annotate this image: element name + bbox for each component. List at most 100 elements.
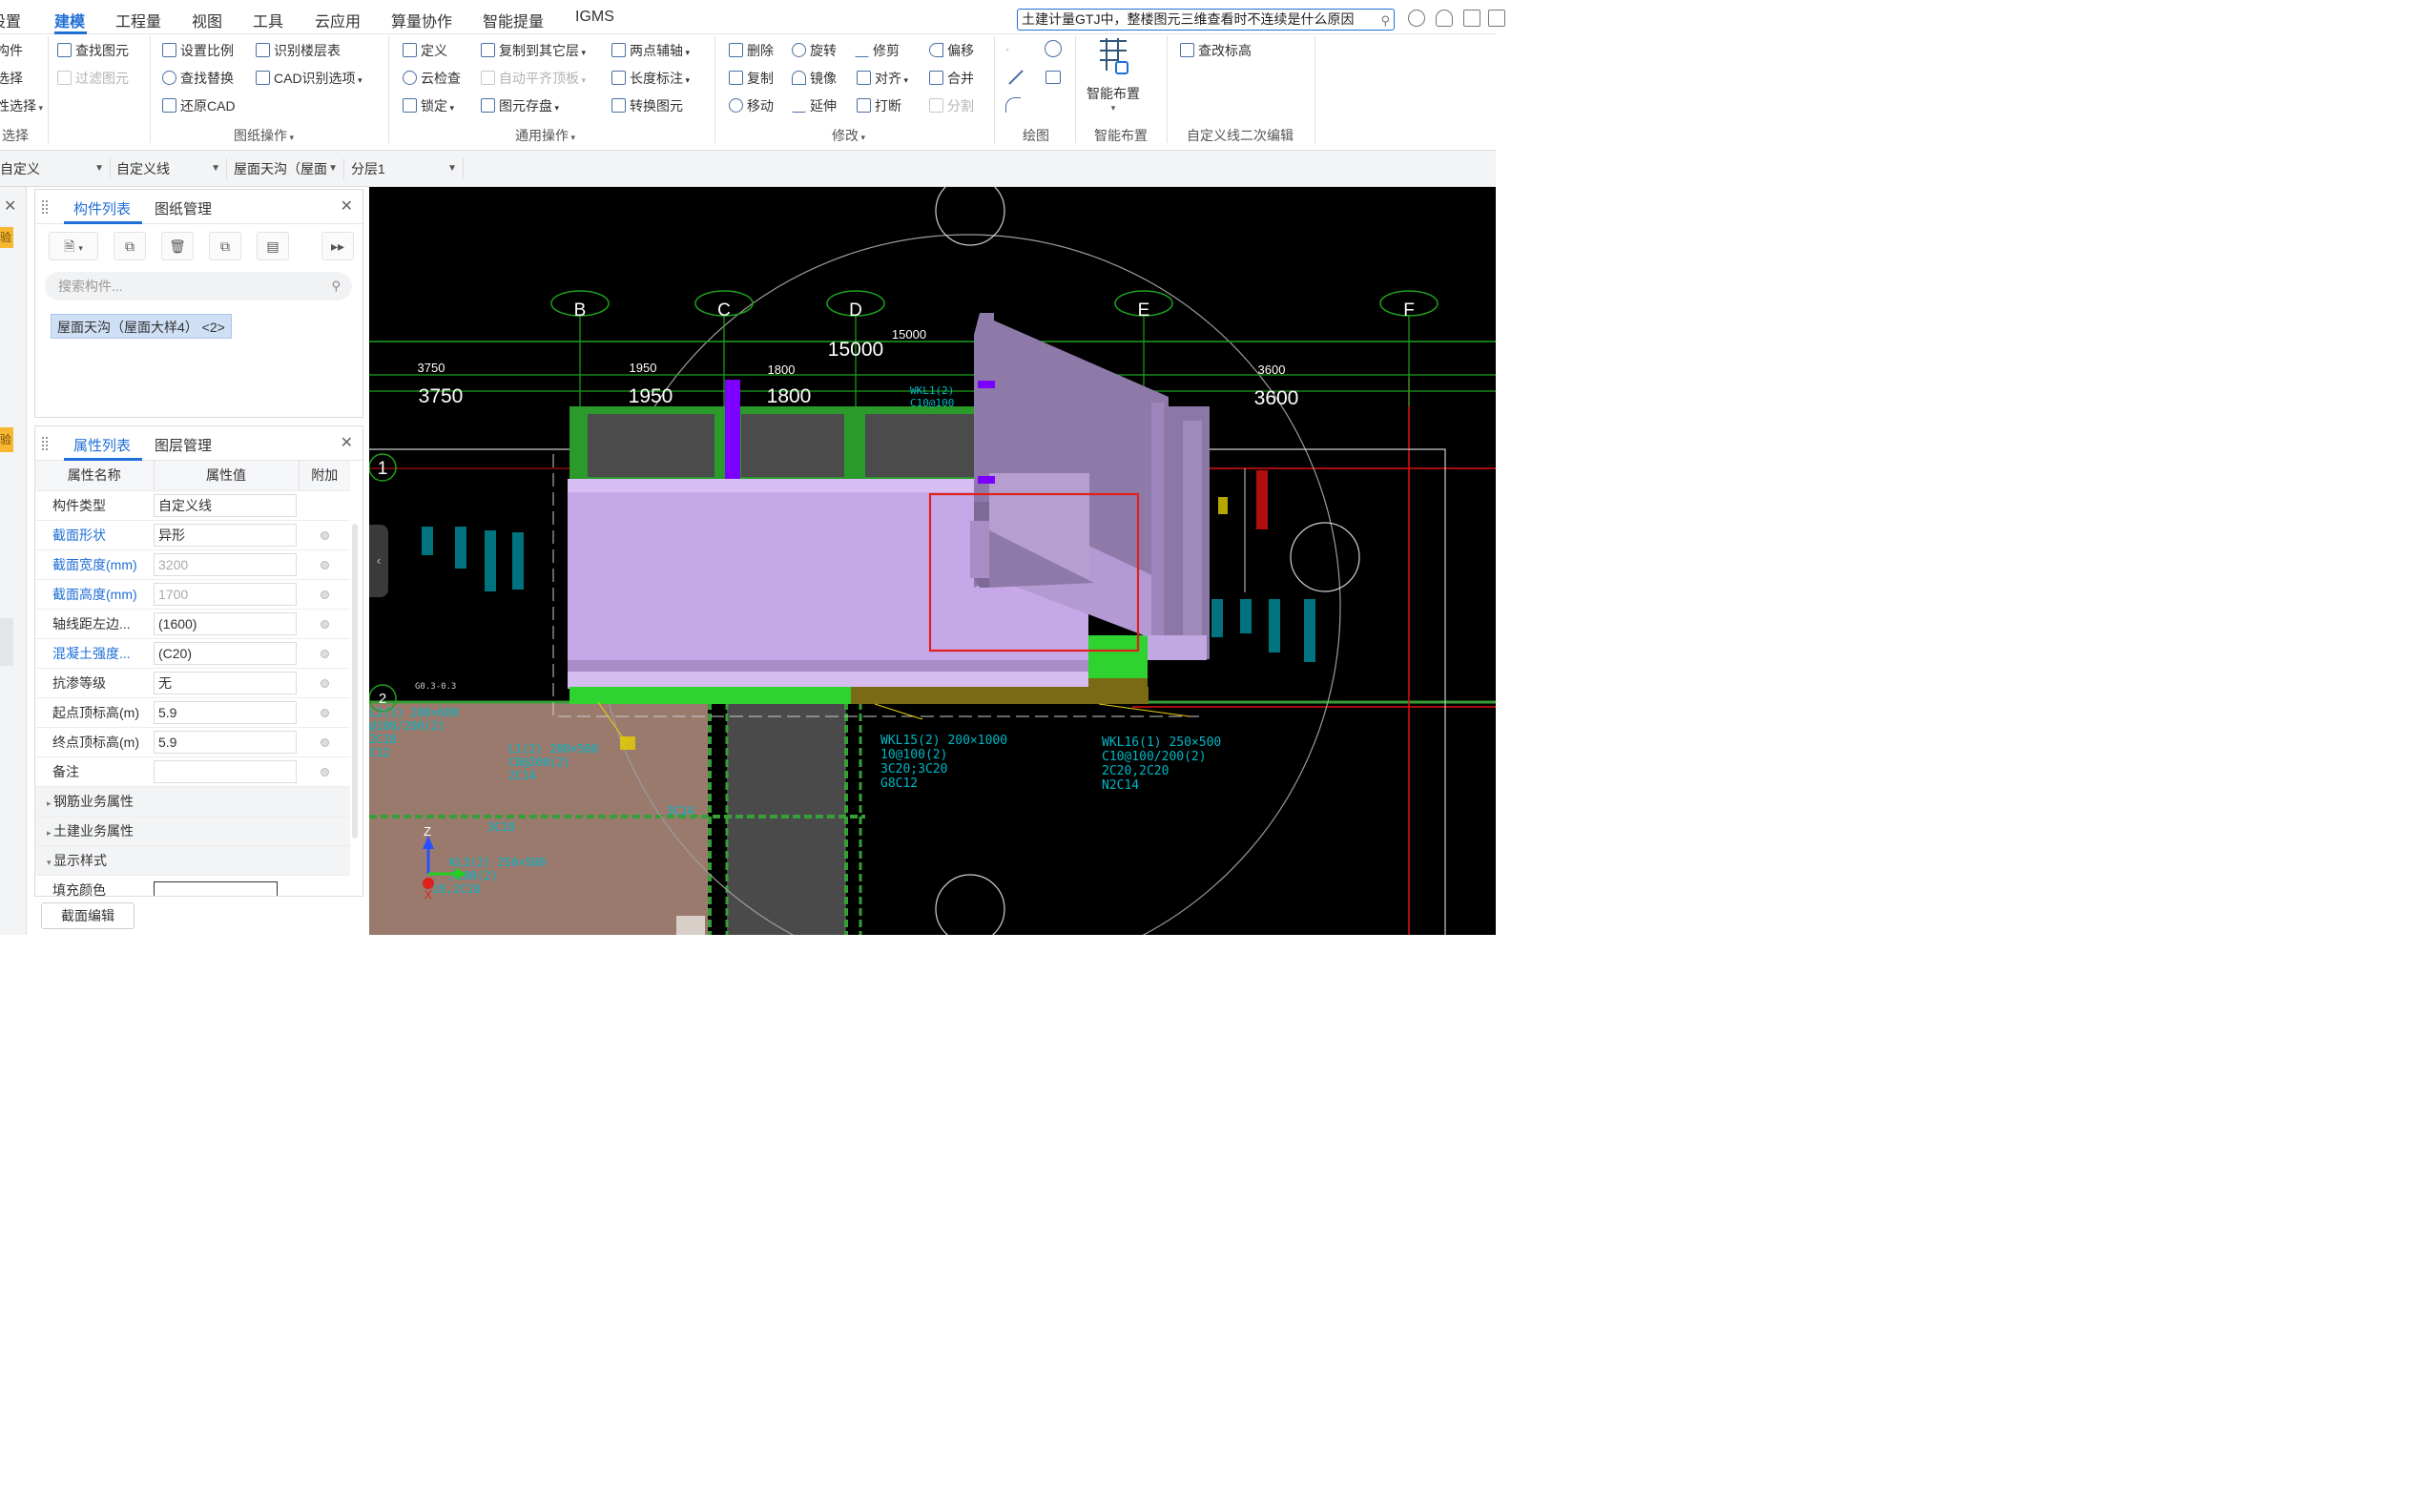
headset-icon[interactable] [1436, 10, 1453, 27]
duplicate-button[interactable]: ⧉ [209, 232, 241, 260]
copy-button[interactable]: 复制 [729, 69, 774, 88]
modify-label[interactable]: 修改 ▾ [832, 126, 865, 145]
circle-icon[interactable] [1045, 40, 1062, 57]
property-value-input[interactable]: 自定义线 [154, 493, 297, 517]
copy-to-layer-button[interactable]: 复制到其它层 ▾ [481, 41, 586, 60]
component-dropdown[interactable]: 屋面天沟（屋面 ▼ [234, 158, 344, 179]
move-button[interactable]: 移动 [729, 96, 774, 115]
rect-icon[interactable] [1045, 71, 1061, 84]
modify-elevation-button[interactable]: 查改标高 [1180, 41, 1252, 60]
restore-cad-button[interactable]: 还原CAD [162, 96, 236, 115]
fill-color-picker[interactable] [154, 880, 278, 896]
lock-button[interactable]: 锁定 ▾ [403, 96, 454, 115]
extend-button[interactable]: 延伸 [792, 96, 837, 115]
drag-handle-icon[interactable] [41, 436, 49, 451]
common-ops-label[interactable]: 通用操作 ▾ [515, 126, 575, 145]
section-civil[interactable]: ▸ 土建业务属性 [35, 816, 350, 846]
offset-button[interactable]: 偏移 [929, 41, 974, 60]
mirror-button[interactable]: 镜像 [792, 69, 837, 88]
extra-checkbox[interactable] [320, 737, 329, 747]
check-badge[interactable]: 验 [0, 227, 13, 248]
selected-strip-item[interactable] [0, 618, 13, 666]
convert-element-button[interactable]: 转换图元 [611, 96, 683, 115]
menu-view[interactable]: 视图 [192, 9, 222, 31]
cloud-check-button[interactable]: 云检查 [403, 69, 461, 88]
tab-drawing-management[interactable]: 图纸管理 [155, 198, 212, 218]
tab-layer-management[interactable]: 图层管理 [155, 435, 212, 455]
menu-smart-quantity[interactable]: 智能提量 [483, 9, 544, 31]
collapse-panel-button[interactable]: ‹ [369, 525, 388, 597]
close-icon[interactable]: ✕ [341, 433, 353, 452]
component-search-input[interactable]: 搜索构件... ⚲ [45, 272, 352, 300]
extra-checkbox[interactable] [320, 678, 329, 688]
merge-button[interactable]: 合并 [929, 69, 974, 88]
menu-tools[interactable]: 工具 [253, 9, 283, 31]
component-list-item[interactable]: 屋面天沟（屋面大样4） <2> [51, 314, 232, 339]
drawing-ops-label[interactable]: 图纸操作 ▾ [234, 126, 294, 145]
set-scale-button[interactable]: 设置比例 [162, 41, 234, 60]
property-value-input[interactable]: 无 [154, 671, 297, 694]
new-component-button[interactable]: 🗎 ▾ [49, 232, 98, 260]
check-badge[interactable]: 验 [0, 427, 13, 452]
component-button[interactable]: 构件 [0, 41, 23, 60]
tab-component-list[interactable]: 构件列表 [73, 198, 131, 218]
smart-layout-button[interactable]: 智能布置 ▾ [1083, 38, 1144, 114]
section-rebar[interactable]: ▸ 钢筋业务属性 [35, 786, 350, 817]
property-value-input[interactable]: 5.9 [154, 700, 297, 724]
delete-button[interactable]: 删除 [729, 41, 774, 60]
extra-checkbox[interactable] [320, 708, 329, 717]
property-value-input[interactable]: 3200 [154, 552, 297, 576]
extra-checkbox[interactable] [320, 530, 329, 540]
copy-component-button[interactable]: ⧉ [114, 232, 146, 260]
point-icon[interactable]: ⋅ [1005, 42, 1023, 59]
split-button[interactable]: 分割 [929, 96, 974, 115]
import-button[interactable]: ▤ [257, 232, 289, 260]
attr-select-button[interactable]: 性选择 ▾ [0, 96, 43, 115]
identify-floor-table-button[interactable]: 识别楼层表 [256, 41, 341, 60]
section-display-style[interactable]: ▾ 显示样式 [35, 845, 350, 876]
define-button[interactable]: 定义 [403, 41, 447, 60]
layer-dropdown[interactable]: 分层1 ▼ [351, 158, 464, 179]
close-icon[interactable]: ✕ [4, 197, 16, 216]
auto-align-slab-button[interactable]: 自动平齐顶板 ▾ [481, 69, 586, 88]
find-element-button[interactable]: 查找图元 [57, 41, 129, 60]
menu-igms[interactable]: IGMS [575, 9, 614, 26]
property-value-input[interactable]: 异形 [154, 523, 297, 547]
arc-icon[interactable] [1005, 97, 1021, 113]
trim-button[interactable]: 修剪 [855, 41, 900, 60]
extra-checkbox[interactable] [320, 590, 329, 599]
category-dropdown[interactable]: 自定义 ▼ [0, 158, 111, 179]
extra-checkbox[interactable] [320, 767, 329, 777]
find-replace-button[interactable]: 查找替换 [162, 69, 234, 88]
rotate-button[interactable]: 旋转 [792, 41, 837, 60]
tab-property-list[interactable]: 属性列表 [73, 435, 131, 455]
section-edit-button[interactable]: 截面编辑 [41, 902, 135, 929]
more-button[interactable]: ▸▸ [321, 232, 354, 260]
grid-icon[interactable] [1463, 10, 1480, 27]
filter-element-button[interactable]: 过滤图元 [57, 69, 129, 88]
property-value-input[interactable]: (C20) [154, 641, 297, 665]
menu-modeling[interactable]: 建模 [54, 9, 85, 31]
scrollbar[interactable] [352, 524, 358, 839]
extra-checkbox[interactable] [320, 619, 329, 629]
type-dropdown[interactable]: 自定义线 ▼ [116, 158, 227, 179]
length-dimension-button[interactable]: 长度标注 ▾ [611, 69, 690, 88]
extra-checkbox[interactable] [320, 649, 329, 658]
align-button[interactable]: 对齐 ▾ [857, 69, 908, 88]
extra-checkbox[interactable] [320, 560, 329, 570]
cad-3d-viewport[interactable]: B C D E F 1 2 15000 15000 3750 1950 1800… [369, 187, 1496, 935]
select-button[interactable]: 选择 [0, 69, 23, 88]
menu-settings[interactable]: 设置 [0, 9, 21, 31]
property-value-input[interactable]: 5.9 [154, 730, 297, 754]
line-icon[interactable] [1008, 70, 1024, 85]
drag-handle-icon[interactable] [41, 199, 49, 215]
user-icon[interactable] [1408, 10, 1425, 27]
property-value-input[interactable]: 1700 [154, 582, 297, 606]
menu-collab[interactable]: 算量协作 [391, 9, 452, 31]
cad-options-button[interactable]: CAD识别选项 ▾ [256, 69, 362, 88]
save-element-button[interactable]: 图元存盘 ▾ [481, 96, 559, 115]
property-value-input[interactable] [154, 759, 297, 783]
break-button[interactable]: 打断 [857, 96, 901, 115]
menu-quantity[interactable]: 工程量 [115, 9, 161, 31]
help-search-input[interactable]: 土建计量GTJ中，整楼图元三维查看时不连续是什么原因 ⚲ [1017, 9, 1395, 31]
